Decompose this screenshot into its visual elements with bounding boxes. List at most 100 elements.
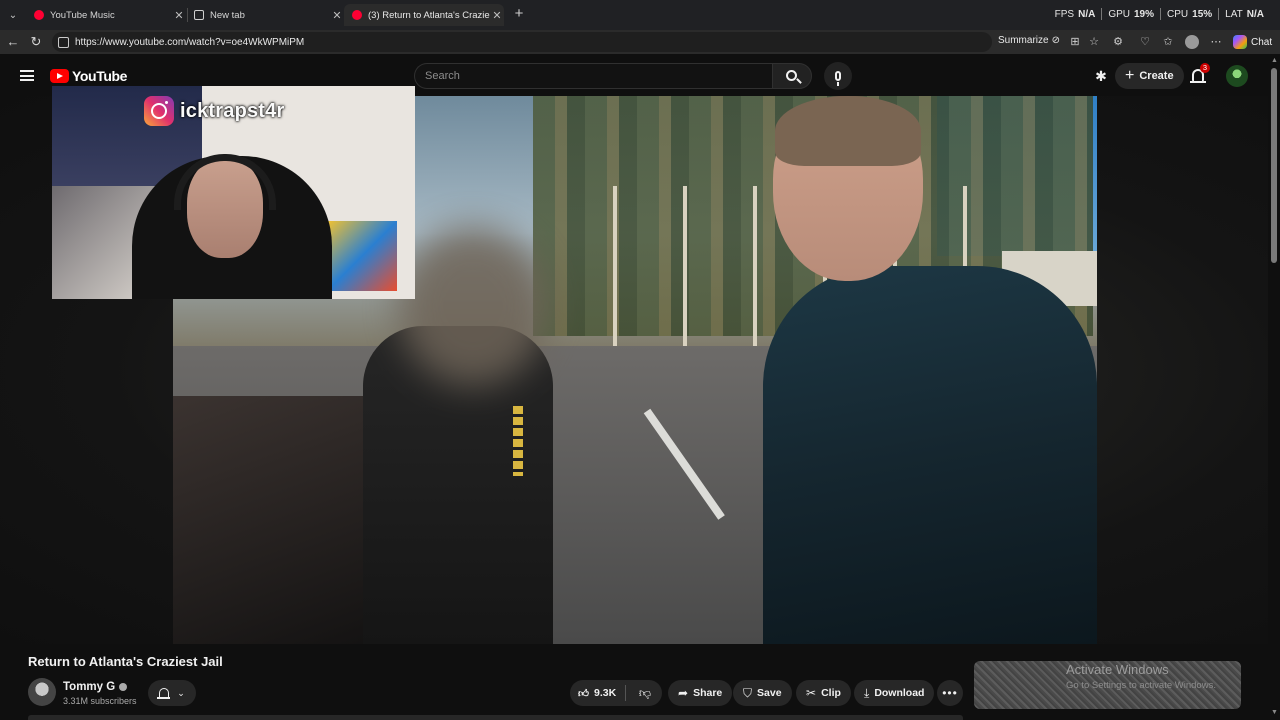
performance-overlay: FPS N/A GPU 19% CPU 15% LAT N/A bbox=[1049, 8, 1270, 20]
scroll-down-arrow-icon[interactable]: ▼ bbox=[1271, 709, 1278, 716]
like-divider bbox=[625, 685, 626, 701]
tab-label: New tab bbox=[210, 9, 245, 21]
page-scrollbar[interactable]: ▲ ▼ bbox=[1268, 56, 1280, 720]
browser-tab-strip: ⌄ YouTube Music ✕ New tab ✕ (3) Return t… bbox=[0, 0, 1280, 30]
close-tab-icon[interactable]: ✕ bbox=[172, 9, 186, 22]
search-icon bbox=[785, 69, 797, 81]
youtube-favicon-icon bbox=[352, 10, 362, 20]
summarize-icon: ⊘ bbox=[1051, 35, 1060, 46]
new-tab-plus-icon[interactable]: + bbox=[511, 6, 527, 22]
subscribed-notifications-button[interactable]: ⌄ bbox=[148, 680, 196, 706]
create-button[interactable]: + Create bbox=[1115, 63, 1184, 89]
dislike-button[interactable]: 👎︎ bbox=[630, 680, 660, 706]
like-count: 9.3K bbox=[593, 687, 617, 699]
account-avatar[interactable] bbox=[1226, 65, 1248, 87]
video-sheriff-lettering bbox=[513, 406, 523, 476]
tab-youtube-music[interactable]: YouTube Music ✕ bbox=[26, 4, 186, 26]
clip-label: Clip bbox=[821, 687, 841, 699]
download-label: Download bbox=[874, 687, 925, 699]
download-button[interactable]: ⤓ Download bbox=[854, 680, 935, 706]
site-info-icon[interactable] bbox=[58, 36, 69, 48]
like-button[interactable]: 👍︎ 9.3K bbox=[570, 680, 624, 706]
extensions-icon[interactable]: ⚙ bbox=[1111, 35, 1125, 49]
video-player[interactable]: icktrapst4r bbox=[0, 86, 1268, 644]
activate-windows-title: Activate Windows bbox=[1066, 662, 1169, 677]
search-button[interactable] bbox=[772, 63, 812, 89]
facecam-poster bbox=[327, 221, 397, 291]
stat-gpu: GPU 19% bbox=[1108, 8, 1155, 20]
back-arrow-icon[interactable]: ← bbox=[5, 34, 21, 50]
favorites-icon[interactable]: ✩ bbox=[1161, 35, 1175, 49]
save-button[interactable]: ⛉ Save bbox=[733, 680, 792, 706]
more-menu-icon[interactable]: ⋯ bbox=[1209, 35, 1223, 49]
plus-icon: + bbox=[1125, 67, 1135, 84]
create-label: Create bbox=[1139, 70, 1174, 82]
video-blurred-face bbox=[398, 226, 548, 386]
youtube-music-favicon-icon bbox=[34, 10, 44, 20]
url-text: https://www.youtube.com/watch?v=oe4WkWPM… bbox=[75, 36, 305, 48]
description-box-edge bbox=[28, 715, 963, 720]
youtube-logo[interactable]: YouTube bbox=[50, 68, 127, 84]
clip-button[interactable]: ✂ Clip bbox=[796, 680, 851, 706]
instagram-icon bbox=[144, 96, 174, 126]
copilot-chat-button[interactable]: Chat bbox=[1233, 35, 1272, 49]
premium-gear-icon[interactable]: ✱ bbox=[1091, 66, 1111, 86]
scrollbar-thumb[interactable] bbox=[1271, 68, 1277, 263]
more-dots-icon: ••• bbox=[942, 686, 958, 700]
close-tab-icon[interactable]: ✕ bbox=[490, 9, 504, 22]
stat-fps: FPS N/A bbox=[1054, 8, 1096, 20]
browser-essentials-icon[interactable]: ♡ bbox=[1138, 35, 1152, 49]
share-label: Share bbox=[693, 687, 723, 699]
notification-count-badge: 3 bbox=[1200, 63, 1210, 73]
save-label: Save bbox=[757, 687, 782, 699]
share-button[interactable]: ➦ Share bbox=[668, 680, 733, 706]
tab-youtube-video[interactable]: (3) Return to Atlanta's Craziest Jail ✕ bbox=[344, 4, 504, 26]
stat-cpu: CPU 15% bbox=[1167, 8, 1213, 20]
instagram-handle-overlay: icktrapst4r bbox=[144, 96, 284, 126]
address-bar[interactable]: https://www.youtube.com/watch?v=oe4WkWPM… bbox=[52, 32, 992, 52]
copilot-icon bbox=[1233, 35, 1247, 49]
scroll-up-arrow-icon[interactable]: ▲ bbox=[1271, 57, 1278, 64]
thumbs-up-icon: 👍︎ bbox=[578, 687, 589, 700]
video-man-hair bbox=[775, 96, 921, 166]
close-tab-icon[interactable]: ✕ bbox=[330, 9, 344, 22]
profile-avatar-icon[interactable] bbox=[1185, 35, 1199, 49]
search-input[interactable] bbox=[415, 64, 772, 88]
subscriber-count: 3.31M subscribers bbox=[63, 696, 137, 706]
microphone-icon bbox=[835, 71, 841, 86]
search-box bbox=[414, 63, 772, 89]
hamburger-menu-icon[interactable] bbox=[20, 70, 34, 81]
summarize-label: Summarize bbox=[998, 35, 1049, 46]
share-arrow-icon: ➦ bbox=[678, 686, 689, 700]
chat-label: Chat bbox=[1251, 36, 1273, 48]
youtube-play-icon bbox=[50, 69, 69, 83]
voice-search-button[interactable] bbox=[824, 62, 852, 90]
thumbs-down-icon: 👎︎ bbox=[638, 685, 652, 700]
notifications-button[interactable]: 3 bbox=[1188, 63, 1210, 86]
tab-label: YouTube Music bbox=[50, 9, 115, 21]
bell-icon bbox=[157, 688, 171, 699]
bookmark-icon: ⛉ bbox=[743, 685, 753, 700]
split-screen-icon[interactable]: ⊞ bbox=[1068, 35, 1082, 49]
verified-check-icon bbox=[119, 683, 128, 691]
reload-icon[interactable]: ↻ bbox=[28, 34, 44, 50]
video-man-jacket bbox=[763, 266, 1097, 644]
channel-name[interactable]: Tommy G bbox=[63, 681, 115, 693]
video-title: Return to Atlanta's Craziest Jail bbox=[28, 654, 223, 669]
streamer-facecam: icktrapst4r bbox=[52, 86, 415, 299]
download-icon: ⤓ bbox=[864, 685, 870, 700]
tab-list-menu-icon[interactable]: ⌄ bbox=[4, 6, 22, 24]
tab-label: (3) Return to Atlanta's Craziest Jail bbox=[368, 9, 490, 21]
favorite-star-icon[interactable]: ☆ bbox=[1087, 35, 1101, 49]
channel-avatar[interactable] bbox=[28, 678, 56, 706]
more-actions-button[interactable]: ••• bbox=[937, 680, 963, 706]
summarize-button[interactable]: Summarize ⊘ bbox=[998, 35, 1060, 46]
channel-name-row[interactable]: Tommy G bbox=[63, 681, 128, 693]
instagram-handle: icktrapst4r bbox=[180, 99, 285, 122]
new-tab-favicon-icon bbox=[194, 10, 204, 20]
tab-new-tab[interactable]: New tab ✕ bbox=[186, 4, 344, 26]
scissors-icon: ✂ bbox=[806, 686, 817, 700]
chevron-down-icon: ⌄ bbox=[177, 687, 185, 698]
stat-lat: LAT N/A bbox=[1225, 8, 1264, 20]
like-dislike-group: 👍︎ 9.3K 👎︎ bbox=[570, 680, 662, 706]
